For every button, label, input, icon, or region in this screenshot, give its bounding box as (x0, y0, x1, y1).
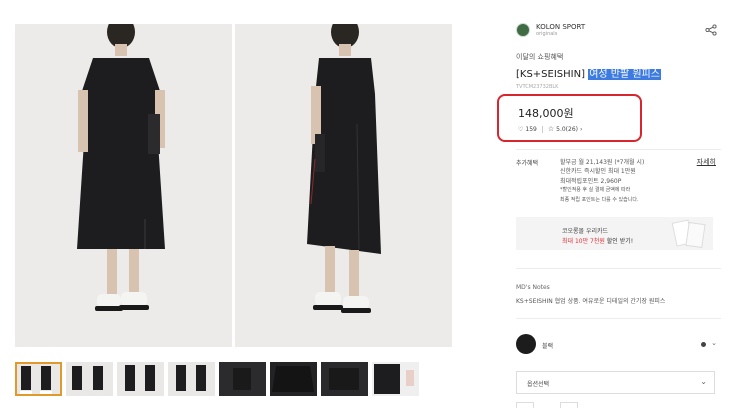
benefit-label: 추가혜택 (516, 160, 539, 167)
brand-subtitle: originals (536, 31, 558, 37)
benefit-line: 최종 적립 포인트는 다를 수 있습니다. (560, 196, 639, 203)
thumbnail-2[interactable] (66, 362, 113, 396)
color-selector[interactable]: 블랙 ⌄ (516, 334, 721, 356)
product-price: 148,000원 (518, 107, 574, 120)
chevron-down-icon[interactable]: ⌄ (700, 377, 707, 386)
quantity-box[interactable] (516, 402, 534, 408)
card-image (685, 221, 706, 249)
chevron-down-icon[interactable]: ⌄ (711, 339, 717, 347)
benefit-line: 신한카드 즉시할인 최대 1만원 (560, 168, 636, 176)
card-banner-discount: 최대 10만 7천원 (562, 238, 605, 245)
quantity-box[interactable] (560, 402, 578, 408)
thumbnail-7[interactable] (321, 362, 368, 396)
product-title-prefix: [KS+SEISHIN] (516, 69, 585, 80)
benefit-detail-link[interactable]: 자세히 (697, 157, 716, 167)
heart-icon[interactable]: ♡ (518, 126, 523, 133)
share-icon[interactable] (705, 24, 717, 36)
color-name: 블랙 (542, 343, 554, 350)
divider (516, 318, 721, 319)
notes-title: MD's Notes (516, 284, 550, 291)
star-icon: ☆ (547, 125, 555, 133)
benefit-line: 최대적립포인트 2,960P (560, 177, 622, 185)
card-banner-line2: 최대 10만 7천원 할인 받기! (562, 236, 633, 245)
product-photo-front[interactable] (15, 24, 232, 347)
rating-value[interactable]: 5.0 (556, 126, 566, 133)
card-banner-line1: 코오롱몰 우리카드 (562, 228, 609, 235)
card-banner-cta: 할인 받기! (604, 238, 634, 245)
thumbnail-strip (15, 362, 419, 396)
thumbnail-5[interactable] (219, 362, 266, 396)
thumbnail-3[interactable] (117, 362, 164, 396)
divider (516, 268, 721, 269)
benefit-lines: 할부금 월 21,143원 (*7개월 시) 신한카드 즉시할인 최대 1만원 … (560, 158, 644, 205)
product-title: [KS+SEISHIN] 여성 반팔 원피스 (516, 65, 721, 80)
card-promo-banner[interactable]: 코오롱몰 우리카드 최대 10만 7천원 할인 받기! (516, 217, 713, 250)
color-swatch[interactable] (516, 334, 536, 354)
price-annotation-box: 148,000원 ♡ 159 ☆ 5.0 (26) › (497, 94, 642, 142)
thumbnail-6[interactable] (270, 362, 317, 396)
thumbnail-1[interactable] (15, 362, 62, 396)
selected-color-dot (701, 342, 706, 347)
product-info-panel: KOLON SPORT originals 이달의 쇼핑혜택 [KS+SEISH… (516, 20, 721, 90)
product-code: TVTCM23732BLK (516, 84, 559, 90)
product-stats: ♡ 159 ☆ 5.0 (26) › (518, 125, 582, 133)
product-photo-side[interactable] (235, 24, 452, 347)
stats-divider (541, 125, 543, 133)
thumbnail-8[interactable] (372, 362, 419, 396)
thumbnail-4[interactable] (168, 362, 215, 396)
chevron-right-icon[interactable]: › (580, 126, 582, 133)
promo-label[interactable]: 이달의 쇼핑혜택 (516, 52, 721, 62)
likes-count: 159 (525, 125, 537, 133)
brand-logo[interactable] (516, 23, 530, 37)
notes-text: KS+SEISHIN 협업 상품. 여유로운 디테일의 간기장 원피스 (516, 298, 666, 305)
option-select-placeholder: 옵션선택 (527, 381, 550, 388)
divider (516, 149, 721, 150)
benefit-line: *할인적용 후 실 결제 금액에 따라 (560, 187, 631, 194)
brand-row: KOLON SPORT originals (516, 20, 721, 40)
brand-name[interactable]: KOLON SPORT (536, 23, 585, 31)
review-count[interactable]: (26) (566, 126, 578, 133)
option-select[interactable]: 옵션선택 ⌄ (516, 371, 715, 394)
product-title-highlight: 여성 반팔 원피스 (588, 69, 661, 80)
benefit-line: 할부금 월 21,143원 (*7개월 시) (560, 159, 645, 166)
